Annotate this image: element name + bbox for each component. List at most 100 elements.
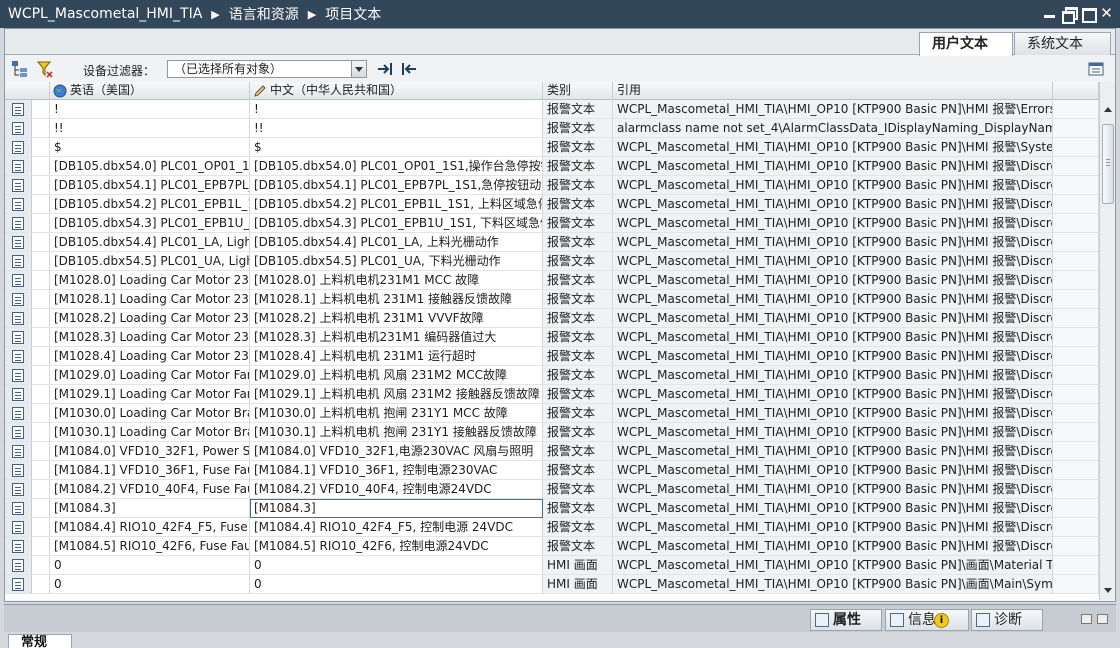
cell-english[interactable]: [M1028.0] Loading Car Motor 231M1 bbox=[50, 271, 250, 290]
row-header[interactable] bbox=[5, 328, 32, 347]
table-row[interactable]: [M1028.2] Loading Car Motor 231M1[M1028.… bbox=[5, 309, 1099, 328]
cell-english[interactable]: [M1028.4] Loading Car Motor 231M1 bbox=[50, 347, 250, 366]
cell-english[interactable]: ! bbox=[50, 100, 250, 119]
tree-view-icon[interactable] bbox=[11, 60, 29, 78]
cell-english[interactable]: [DB105.dbx54.0] PLC01_OP01_1S1, I bbox=[50, 157, 250, 176]
cell-chinese[interactable]: [M1028.1] 上料机电机 231M1 接触器反馈故障 bbox=[250, 290, 543, 309]
cell-english[interactable]: [M1084.1] VFD10_36F1, Fuse Fault: ( bbox=[50, 461, 250, 480]
table-row[interactable]: [DB105.dbx54.3] PLC01_EPB1U_1S1,[DB105.d… bbox=[5, 214, 1099, 233]
maximize-button[interactable] bbox=[1080, 6, 1097, 23]
table-row[interactable]: [M1084.5] RIO10_42F6, Fuse Fault: C[M108… bbox=[5, 537, 1099, 556]
cell-english[interactable]: [M1084.2] VFD10_40F4, Fuse Fault: ( bbox=[50, 480, 250, 499]
cell-english[interactable]: [M1029.1] Loading Car Motor Fan 23 bbox=[50, 385, 250, 404]
row-header[interactable] bbox=[5, 556, 32, 575]
table-row[interactable]: [M1030.1] Loading Car Motor Brake [M1030.… bbox=[5, 423, 1099, 442]
row-header[interactable] bbox=[5, 233, 32, 252]
row-header[interactable] bbox=[5, 100, 32, 119]
cell-english[interactable]: [DB105.dbx54.1] PLC01_EPB7PL_1S1 bbox=[50, 176, 250, 195]
row-header[interactable] bbox=[5, 252, 32, 271]
row-header[interactable] bbox=[5, 290, 32, 309]
row-header[interactable] bbox=[5, 518, 32, 537]
cell-chinese[interactable]: [M1028.2] 上料机电机 231M1 VVVF故障 bbox=[250, 309, 543, 328]
vertical-scrollbar[interactable] bbox=[1099, 82, 1115, 600]
table-row[interactable]: [DB105.dbx54.0] PLC01_OP01_1S1, I[DB105.… bbox=[5, 157, 1099, 176]
row-header[interactable] bbox=[5, 404, 32, 423]
filter-icon[interactable] bbox=[36, 60, 54, 78]
table-row[interactable]: [M1028.4] Loading Car Motor 231M1[M1028.… bbox=[5, 347, 1099, 366]
row-header[interactable] bbox=[5, 347, 32, 366]
cell-english[interactable]: [M1028.1] Loading Car Motor 231M1 bbox=[50, 290, 250, 309]
cell-english[interactable]: [DB105.dbx54.3] PLC01_EPB1U_1S1, bbox=[50, 214, 250, 233]
cell-chinese[interactable]: 0 bbox=[250, 575, 543, 594]
scroll-up-icon[interactable] bbox=[1101, 102, 1115, 118]
table-row[interactable]: [DB105.dbx54.5] PLC01_UA, Lighting[DB105… bbox=[5, 252, 1099, 271]
row-header[interactable] bbox=[5, 442, 32, 461]
cell-chinese[interactable]: [M1028.4] 上料机电机 231M1 运行超时 bbox=[250, 347, 543, 366]
row-header[interactable] bbox=[5, 461, 32, 480]
cell-chinese[interactable]: [M1084.4] RIO10_42F4_F5, 控制电源 24VDC bbox=[250, 518, 543, 537]
close-button[interactable]: ✕ bbox=[1099, 6, 1114, 21]
tab-properties[interactable]: 属性 bbox=[810, 609, 882, 631]
tab-general[interactable]: 常规 bbox=[8, 634, 72, 648]
column-header-category[interactable]: 类别 bbox=[543, 82, 613, 100]
table-row[interactable]: [M1028.0] Loading Car Motor 231M1[M1028.… bbox=[5, 271, 1099, 290]
table-row[interactable]: [M1029.0] Loading Car Motor Fan 23[M1029… bbox=[5, 366, 1099, 385]
cell-chinese[interactable]: [M1084.3] bbox=[250, 499, 543, 518]
cell-english[interactable]: !! bbox=[50, 119, 250, 138]
cell-english[interactable]: [M1030.1] Loading Car Motor Brake bbox=[50, 423, 250, 442]
column-header-english[interactable]: 英语（美国） bbox=[50, 82, 250, 100]
cell-english[interactable]: [M1084.5] RIO10_42F6, Fuse Fault: C bbox=[50, 537, 250, 556]
row-header[interactable] bbox=[5, 366, 32, 385]
cell-english[interactable]: [M1028.3] Loading Car Motor 231M1 bbox=[50, 328, 250, 347]
table-row[interactable]: [M1084.2] VFD10_40F4, Fuse Fault: ([M108… bbox=[5, 480, 1099, 499]
tab-system-texts[interactable]: 系统文本 bbox=[1014, 32, 1111, 55]
row-header[interactable] bbox=[5, 271, 32, 290]
row-header[interactable] bbox=[5, 119, 32, 138]
cell-chinese[interactable]: !! bbox=[250, 119, 543, 138]
table-row[interactable]: $ $ 报警文本 WCPL_Mascometal_HMI_TIA\HMI_OP10 [… bbox=[5, 138, 1099, 157]
cell-chinese[interactable]: [M1029.0] 上料机电机 风扇 231M2 MCC故障 bbox=[250, 366, 543, 385]
table-row[interactable]: [DB105.dbx54.2] PLC01_EPB1L_1S1,[DB105.d… bbox=[5, 195, 1099, 214]
cell-english[interactable]: [DB105.dbx54.4] PLC01_LA, Lighting bbox=[50, 233, 250, 252]
cell-english[interactable]: $ bbox=[50, 138, 250, 157]
cell-chinese[interactable]: [DB105.dbx54.1] PLC01_EPB7PL_1S1,急停按钮动作 … bbox=[250, 176, 543, 195]
cell-english[interactable]: [DB105.dbx54.2] PLC01_EPB1L_1S1, bbox=[50, 195, 250, 214]
cell-english[interactable]: [M1029.0] Loading Car Motor Fan 23 bbox=[50, 366, 250, 385]
restore-button[interactable] bbox=[1061, 6, 1078, 24]
cell-chinese[interactable]: [M1084.2] VFD10_40F4, 控制电源24VDC bbox=[250, 480, 543, 499]
cell-chinese[interactable]: [M1030.1] 上料机电机 抱闸 231Y1 接触器反馈故障 bbox=[250, 423, 543, 442]
cell-english[interactable]: 0 bbox=[50, 556, 250, 575]
chevron-down-icon[interactable] bbox=[351, 61, 366, 77]
row-header[interactable] bbox=[5, 575, 32, 594]
table-row[interactable]: [M1084.4] RIO10_42F4_F5, Fuse Fau[M1084.… bbox=[5, 518, 1099, 537]
cell-chinese[interactable]: [DB105.dbx54.4] PLC01_LA, 上料光栅动作 bbox=[250, 233, 543, 252]
table-row[interactable]: [M1084.1] VFD10_36F1, Fuse Fault: ([M108… bbox=[5, 461, 1099, 480]
row-header[interactable] bbox=[5, 385, 32, 404]
cell-chinese[interactable]: 0 bbox=[250, 556, 543, 575]
row-header[interactable] bbox=[5, 537, 32, 556]
tab-user-texts[interactable]: 用户文本 bbox=[919, 32, 1013, 56]
minimize-button[interactable] bbox=[1042, 6, 1057, 21]
cell-chinese[interactable]: [DB105.dbx54.3] PLC01_EPB1U_1S1, 下料区域急停按… bbox=[250, 214, 543, 233]
cell-chinese[interactable]: [DB105.dbx54.0] PLC01_OP01_1S1,操作台急停按钮动作 bbox=[250, 157, 543, 176]
cell-chinese[interactable]: ! bbox=[250, 100, 543, 119]
breadcrumb-project[interactable]: WCPL_Mascometal_HMI_TIA bbox=[8, 6, 202, 22]
row-header[interactable] bbox=[5, 195, 32, 214]
table-row[interactable]: 0 0 HMI 画面 WCPL_Mascometal_HMI_TIA\HMI_OP10… bbox=[5, 575, 1099, 594]
table-row[interactable]: [M1084.0] VFD10_32F1, Power Supp[M1084.0… bbox=[5, 442, 1099, 461]
cell-chinese[interactable]: [M1084.0] VFD10_32F1,电源230VAC 风扇与照明 bbox=[250, 442, 543, 461]
cell-chinese[interactable]: [M1084.1] VFD10_36F1, 控制电源230VAC bbox=[250, 461, 543, 480]
row-header[interactable] bbox=[5, 423, 32, 442]
tab-diagnostics[interactable]: 诊断 bbox=[971, 609, 1043, 631]
table-row[interactable]: 0 0 HMI 画面 WCPL_Mascometal_HMI_TIA\HMI_OP10… bbox=[5, 556, 1099, 575]
column-header-chinese[interactable]: 中文（中华人民共和国） bbox=[250, 82, 543, 100]
float-window-icon[interactable] bbox=[1081, 614, 1092, 624]
row-header[interactable] bbox=[5, 176, 32, 195]
cell-chinese[interactable]: [DB105.dbx54.5] PLC01_UA, 下料光栅动作 bbox=[250, 252, 543, 271]
cell-english[interactable]: [M1028.2] Loading Car Motor 231M1 bbox=[50, 309, 250, 328]
row-header[interactable] bbox=[5, 499, 32, 518]
cell-chinese[interactable]: [DB105.dbx54.2] PLC01_EPB1L_1S1, 上料区域急停按… bbox=[250, 195, 543, 214]
cell-english[interactable]: [M1030.0] Loading Car Motor Brake bbox=[50, 404, 250, 423]
cell-english[interactable]: [DB105.dbx54.5] PLC01_UA, Lighting bbox=[50, 252, 250, 271]
scrollbar-thumb[interactable] bbox=[1102, 124, 1114, 204]
